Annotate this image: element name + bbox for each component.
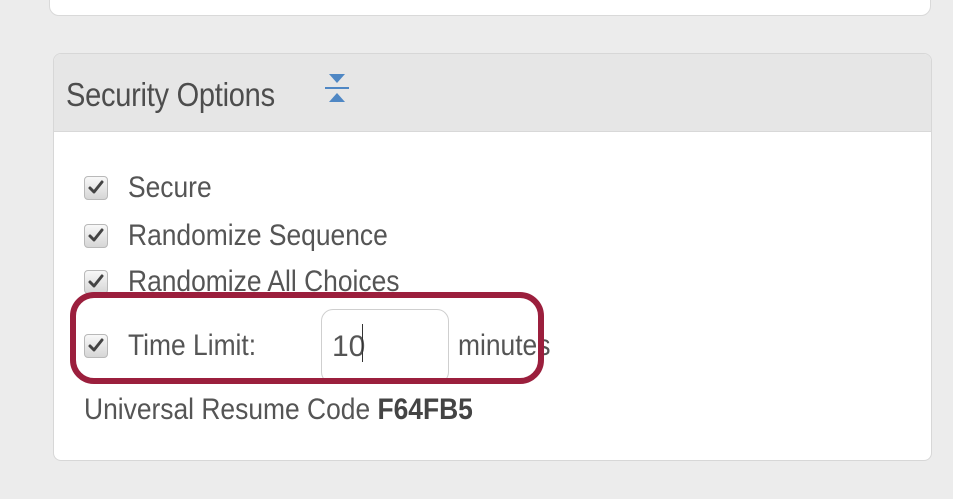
panel-title: Security Options	[66, 76, 275, 113]
secure-label: Secure	[128, 171, 212, 204]
randomize-all-choices-label: Randomize All Choices	[128, 265, 400, 298]
checkmark-icon	[88, 180, 104, 194]
option-row-randomize-all-choices[interactable]: Randomize All Choices	[84, 262, 436, 302]
panel-header[interactable]: Security Options	[54, 54, 931, 132]
option-row-randomize-sequence[interactable]: Randomize Sequence	[84, 216, 423, 256]
randomize-sequence-checkbox[interactable]	[84, 224, 108, 248]
time-limit-input[interactable]	[321, 309, 449, 384]
checkmark-icon	[88, 338, 104, 352]
previous-panel-edge	[49, 0, 931, 16]
time-limit-checkbox[interactable]	[84, 334, 108, 358]
secure-checkbox[interactable]	[84, 176, 108, 200]
option-row-secure[interactable]: Secure	[84, 168, 223, 208]
checkmark-icon	[88, 228, 104, 242]
text-cursor	[362, 324, 363, 362]
randomize-sequence-label: Randomize Sequence	[128, 219, 388, 252]
resume-code-value: F64FB5	[377, 393, 473, 426]
checkmark-icon	[88, 274, 104, 288]
minutes-label: minutes	[458, 329, 551, 362]
collapse-vertical-icon[interactable]	[316, 67, 358, 109]
universal-resume-code: Universal Resume Code F64FB5	[84, 392, 473, 428]
time-limit-row: Time Limit: minutes	[84, 309, 550, 384]
randomize-all-choices-checkbox[interactable]	[84, 270, 108, 294]
resume-code-label: Universal Resume Code	[84, 393, 378, 426]
time-limit-label: Time Limit:	[128, 329, 257, 362]
security-options-panel: Security Options Secure Randomize Sequen…	[53, 53, 932, 461]
